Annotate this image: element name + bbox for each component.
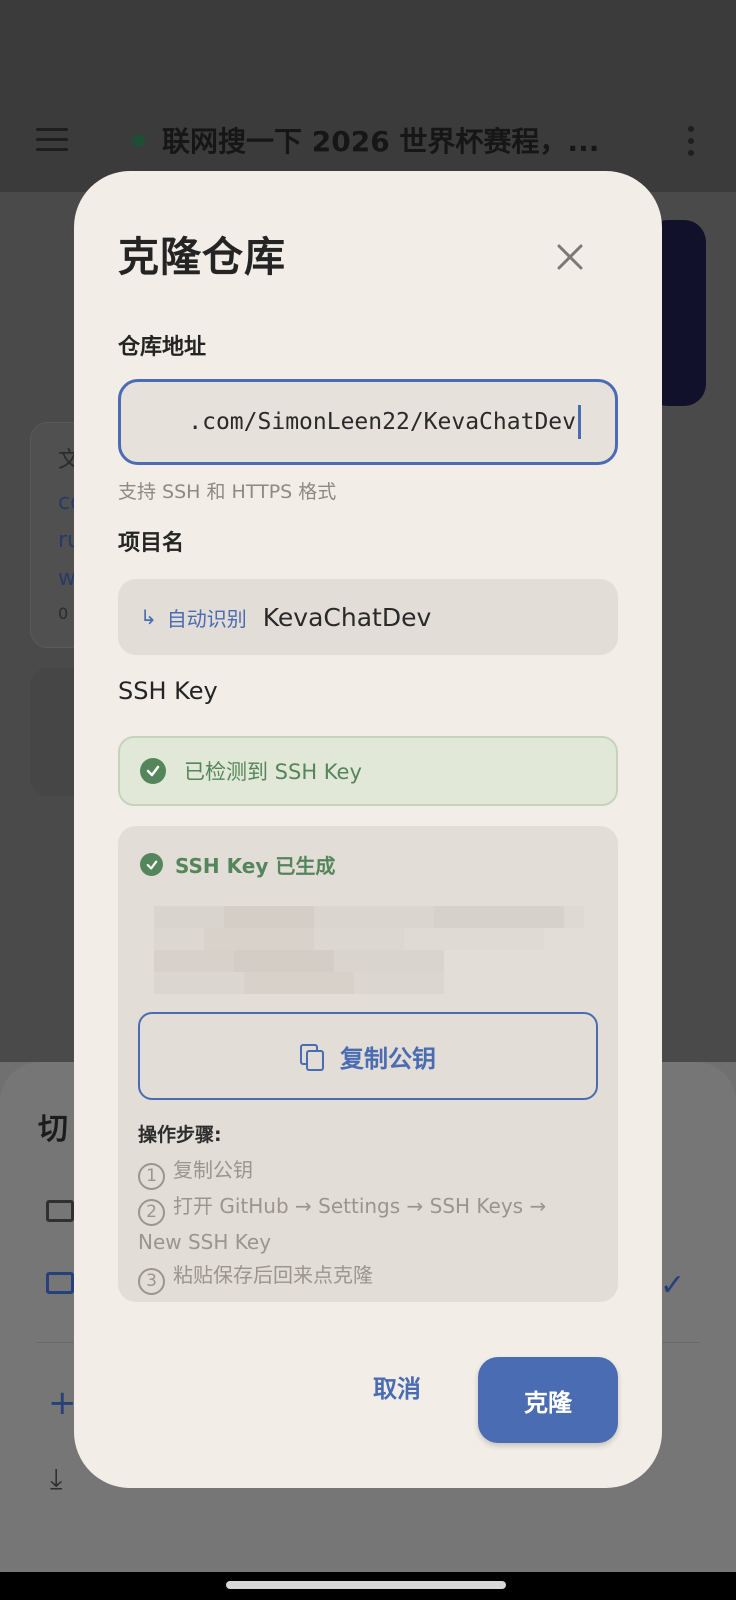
subdirectory-arrow-icon: ↳: [140, 605, 157, 629]
cancel-button[interactable]: 取消: [352, 1359, 442, 1413]
copy-icon: [300, 1044, 324, 1071]
folder-icon[interactable]: [46, 1200, 74, 1222]
auto-detect-label: 自动识别: [166, 606, 247, 631]
ssh-key-label: SSH Key: [118, 677, 218, 705]
repo-url-hint: 支持 SSH 和 HTTPS 格式: [118, 481, 337, 503]
dialog-title: 克隆仓库: [118, 233, 286, 281]
step-number: 3: [138, 1268, 165, 1295]
home-gesture-handle[interactable]: [226, 1581, 506, 1589]
steps-list: 1 复制公钥 2 打开 GitHub → Settings → SSH Keys →…: [138, 1154, 578, 1295]
text-cursor: [578, 405, 581, 439]
clone-repo-dialog: 克隆仓库 仓库地址 支持 SSH 和 HTTPS 格式 项目名 ↳ 自动识别 K…: [74, 171, 662, 1488]
more-options-icon[interactable]: [688, 126, 696, 156]
ssh-detected-banner: 已检测到 SSH Key: [118, 736, 618, 806]
step-text: 粘贴保存后回来点克隆: [173, 1263, 373, 1287]
clone-button[interactable]: 克隆: [478, 1357, 618, 1443]
card-text-fragment: 0: [58, 604, 69, 623]
copy-public-key-button[interactable]: 复制公钥: [138, 1012, 598, 1100]
step-item: 3 粘贴保存后回来点克隆: [138, 1259, 578, 1295]
project-name-value: KevaChatDev: [262, 602, 432, 632]
copy-public-key-label: 复制公钥: [340, 1045, 436, 1073]
download-icon[interactable]: ⤓: [50, 1462, 62, 1496]
ssh-detected-text: 已检测到 SSH Key: [184, 760, 362, 784]
step-text: 复制公钥: [173, 1158, 253, 1182]
project-name-label: 项目名: [118, 531, 185, 556]
ssh-key-panel: SSH Key 已生成 复制公钥 操作步骤: 1 复制公钥 2 打开 GitHu…: [118, 826, 618, 1302]
repo-url-field[interactable]: [118, 379, 618, 465]
step-item: 2 打开 GitHub → Settings → SSH Keys → New S…: [138, 1190, 578, 1259]
status-bar: [0, 0, 736, 112]
folder-icon[interactable]: [46, 1272, 74, 1294]
public-key-blurred: [154, 906, 584, 994]
step-number: 2: [138, 1199, 165, 1226]
check-circle-icon: [140, 853, 163, 876]
repo-url-label: 仓库地址: [118, 335, 207, 360]
step-number: 1: [138, 1163, 165, 1190]
online-status-dot: [132, 134, 145, 147]
check-circle-icon: [140, 758, 166, 784]
repo-url-input[interactable]: [155, 409, 576, 435]
menu-icon[interactable]: [36, 128, 68, 152]
check-icon: ✓: [660, 1268, 686, 1303]
bottom-sheet-title: 切: [38, 1112, 68, 1147]
ssh-generated-text: SSH Key 已生成: [175, 854, 336, 878]
project-name-field[interactable]: ↳ 自动识别 KevaChatDev: [118, 579, 618, 655]
add-icon[interactable]: +: [48, 1386, 77, 1420]
close-icon: [557, 244, 583, 270]
close-button[interactable]: [550, 237, 590, 277]
steps-title: 操作步骤:: [138, 1124, 222, 1146]
ssh-generated-status: SSH Key 已生成: [140, 850, 335, 879]
step-text: 打开 GitHub → Settings → SSH Keys → New SS…: [138, 1194, 547, 1254]
chat-title[interactable]: 联网搜一下 2026 世界杯赛程，...: [162, 120, 622, 164]
step-item: 1 复制公钥: [138, 1154, 578, 1190]
